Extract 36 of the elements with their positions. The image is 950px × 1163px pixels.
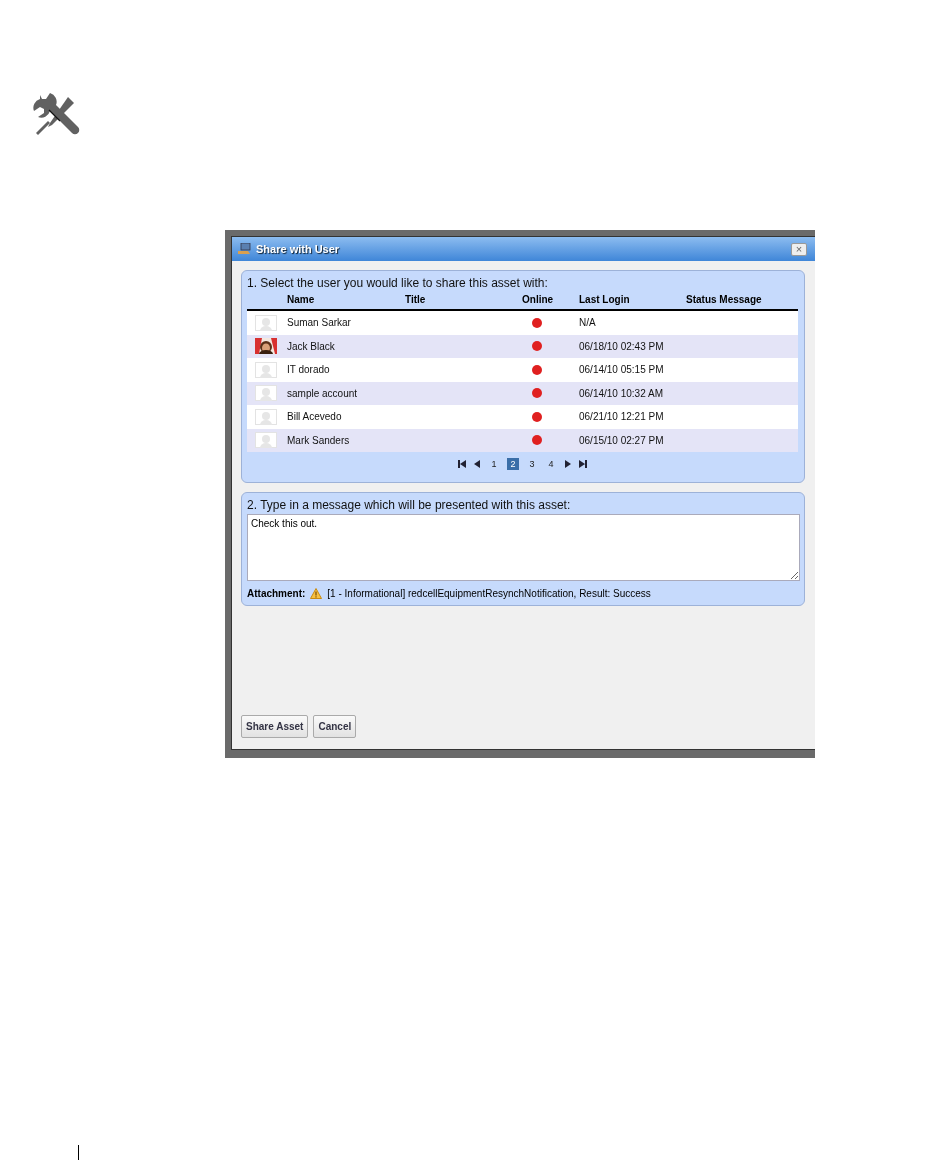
table-cell: 06/15/10 02:27 PM: [579, 428, 686, 452]
table-cell: sample account: [287, 381, 405, 405]
table-cell: N/A: [579, 310, 686, 335]
first-page-icon[interactable]: [458, 460, 467, 468]
avatar-icon: [255, 314, 277, 331]
table-cell: Bill Acevedo: [287, 405, 405, 429]
section-heading: 1. Select the user you would like to share this asset with:: [247, 276, 549, 290]
attachment-text: [1 - Informational] redcellEquipmentResynchNotification, Result: Success: [327, 588, 651, 599]
avatar-icon: [255, 408, 277, 425]
message-field[interactable]: Check this out.: [247, 514, 800, 581]
warning-icon: [310, 588, 323, 599]
cancel-button[interactable]: Cancel: [313, 715, 357, 738]
share-icon: [238, 243, 252, 255]
table-cell: IT dorado: [287, 358, 405, 382]
page-link[interactable]: 3: [526, 458, 538, 470]
last-page-icon[interactable]: [578, 460, 587, 468]
table-cell: 06/14/10 10:32 AM: [579, 381, 686, 405]
page-link[interactable]: 4: [545, 458, 557, 470]
table-cell: 06/21/10 12:21 PM: [579, 405, 686, 429]
page-link[interactable]: 1: [488, 458, 500, 470]
avatar-icon: [255, 432, 277, 449]
previous-page-icon[interactable]: [474, 460, 481, 468]
table-cell: Suman Sarkar: [287, 310, 405, 335]
table-cell: 06/18/10 02:43 PM: [579, 334, 686, 358]
share-button[interactable]: Share Asset: [241, 715, 309, 738]
table-cell: Jack Black: [287, 334, 405, 358]
table-cell: Mark Sanders: [287, 428, 405, 452]
next-page-icon[interactable]: [564, 460, 571, 468]
attachment-label: Attachment:: [247, 588, 306, 599]
close-button[interactable]: ×: [791, 242, 807, 256]
window-title: Share with User: [256, 243, 340, 255]
page-link[interactable]: 2: [507, 458, 519, 470]
section-heading: 2. Type in a message which will be presented with this asset:: [247, 498, 572, 512]
table-cell: 06/14/10 05:15 PM: [579, 358, 686, 382]
avatar-icon: [255, 385, 277, 402]
avatar-icon: [255, 361, 277, 378]
